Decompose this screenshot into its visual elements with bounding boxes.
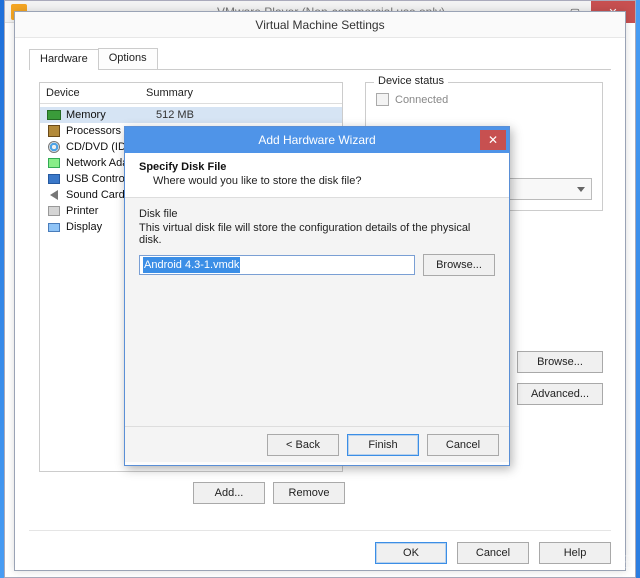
disk-file-input[interactable]: Android 4.3-1.vmdk bbox=[139, 255, 415, 275]
memory-icon bbox=[46, 108, 62, 122]
add-hardware-wizard: Add Hardware Wizard ✕ Specify Disk File … bbox=[124, 126, 510, 466]
cancel-settings-button[interactable]: Cancel bbox=[457, 542, 529, 564]
tab-hardware[interactable]: Hardware bbox=[29, 49, 99, 70]
wizard-title: Add Hardware Wizard bbox=[258, 133, 375, 147]
wizard-close-button[interactable]: ✕ bbox=[480, 130, 506, 150]
finish-button[interactable]: Finish bbox=[347, 434, 419, 456]
advanced-button[interactable]: Advanced... bbox=[517, 383, 603, 405]
wizard-titlebar: Add Hardware Wizard ✕ bbox=[125, 127, 509, 153]
device-status-title: Device status bbox=[374, 75, 448, 87]
display-icon bbox=[46, 220, 62, 234]
device-row-memory[interactable]: Memory 512 MB bbox=[40, 107, 342, 123]
disk-file-row: Android 4.3-1.vmdk Browse... bbox=[139, 254, 495, 276]
col-summary: Summary bbox=[146, 87, 336, 99]
wizard-footer: < Back Finish Cancel bbox=[125, 426, 509, 462]
disk-file-desc: This virtual disk file will store the co… bbox=[139, 222, 495, 246]
help-button[interactable]: Help bbox=[539, 542, 611, 564]
ok-button[interactable]: OK bbox=[375, 542, 447, 564]
back-button[interactable]: < Back bbox=[267, 434, 339, 456]
wizard-heading: Specify Disk File bbox=[139, 161, 495, 173]
disk-file-value: Android 4.3-1.vmdk bbox=[143, 257, 240, 273]
settings-dialog-buttons: OK Cancel Help bbox=[29, 530, 611, 564]
device-list-header: Device Summary bbox=[40, 83, 342, 104]
disk-file-label: Disk file bbox=[139, 208, 495, 220]
col-device: Device bbox=[46, 87, 146, 99]
connected-label: Connected bbox=[395, 94, 448, 106]
connected-checkbox[interactable] bbox=[376, 93, 389, 106]
wizard-header: Specify Disk File Where would you like t… bbox=[125, 153, 509, 198]
cpu-icon bbox=[46, 124, 62, 138]
wizard-subheading: Where would you like to store the disk f… bbox=[153, 175, 495, 187]
wizard-body: Disk file This virtual disk file will st… bbox=[125, 198, 509, 426]
device-summary: 512 MB bbox=[156, 109, 336, 121]
connected-checkbox-row: Connected bbox=[376, 93, 592, 106]
usb-icon bbox=[46, 172, 62, 186]
device-name: Memory bbox=[66, 109, 156, 121]
printer-icon bbox=[46, 204, 62, 218]
network-icon bbox=[46, 156, 62, 170]
sound-icon bbox=[46, 188, 62, 202]
settings-title: Virtual Machine Settings bbox=[15, 12, 625, 38]
remove-button[interactable]: Remove bbox=[273, 482, 345, 504]
settings-tabs: Hardware Options bbox=[29, 48, 611, 70]
add-remove-row: Add... Remove bbox=[193, 482, 345, 504]
tab-options[interactable]: Options bbox=[98, 48, 158, 69]
add-button[interactable]: Add... bbox=[193, 482, 265, 504]
wizard-browse-button[interactable]: Browse... bbox=[423, 254, 495, 276]
browse-settings-button[interactable]: Browse... bbox=[517, 351, 603, 373]
disc-icon bbox=[46, 140, 62, 154]
cancel-wizard-button[interactable]: Cancel bbox=[427, 434, 499, 456]
